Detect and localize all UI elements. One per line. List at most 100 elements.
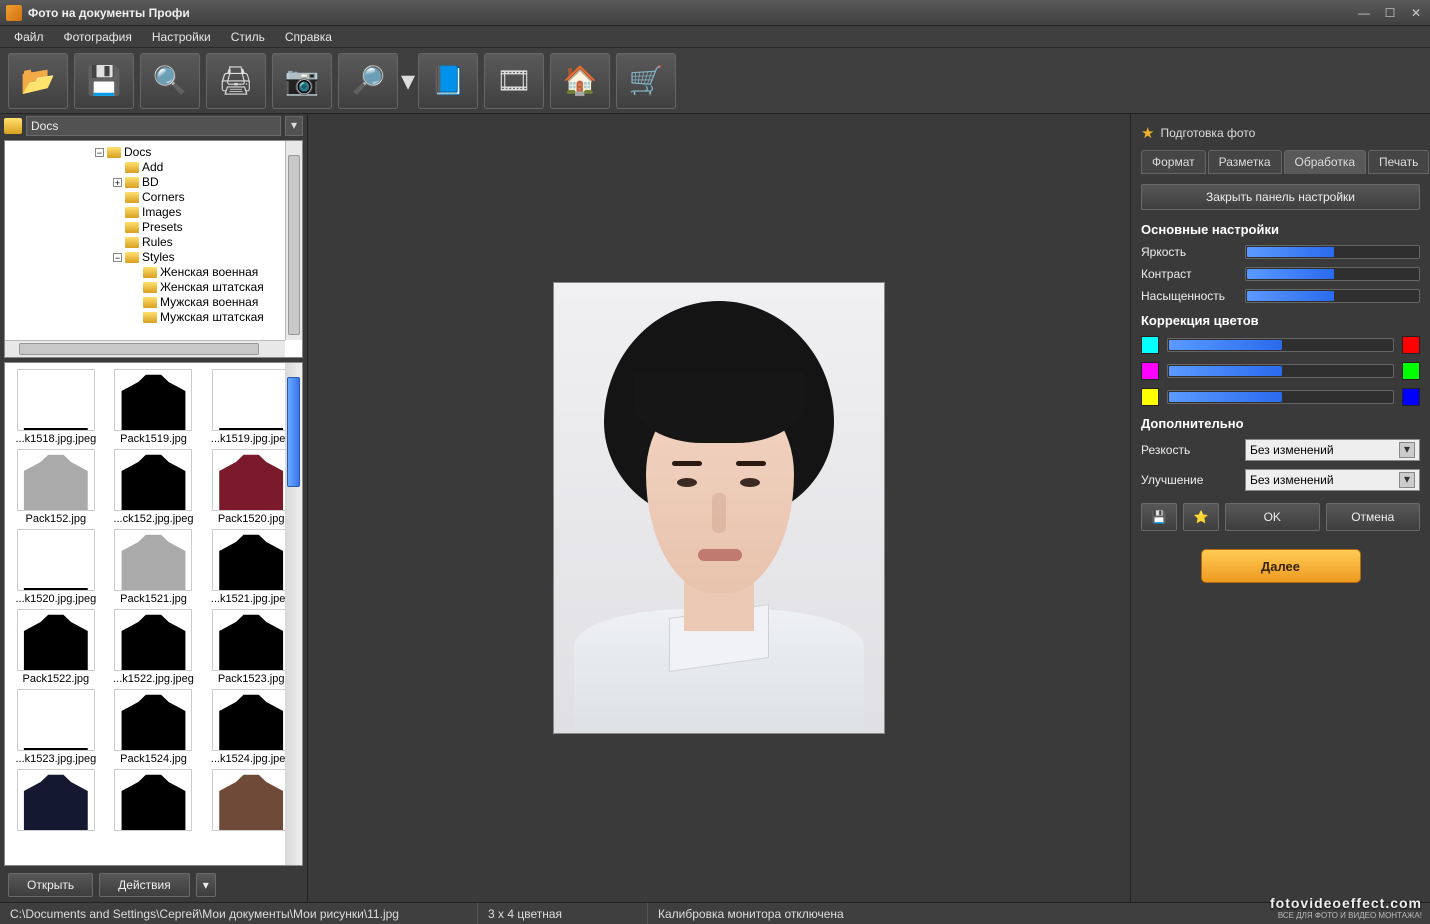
tree-item[interactable]: Styles (142, 250, 175, 264)
select-enhance[interactable]: Без изменений▾ (1245, 469, 1420, 491)
close-panel-button[interactable]: Закрыть панель настройки (1141, 184, 1420, 210)
menu-style[interactable]: Стиль (223, 28, 273, 46)
tree-item[interactable]: Мужская военная (160, 295, 258, 309)
thumbnail-item[interactable] (9, 769, 103, 833)
slider-brightness[interactable] (1245, 245, 1420, 259)
panel-title: Подготовка фото (1160, 126, 1255, 140)
thumbnail-item[interactable]: ...k1521.jpg.jpeg (204, 529, 298, 605)
menu-bar: Файл Фотография Настройки Стиль Справка (0, 26, 1430, 48)
thumbnail-item[interactable]: ...k1524.jpg.jpeg (204, 689, 298, 765)
color-swatch-left (1141, 336, 1159, 354)
next-button[interactable]: Далее (1201, 549, 1361, 583)
slider-color-1[interactable] (1167, 364, 1394, 378)
thumbs-scrollbar[interactable] (285, 363, 302, 865)
thumbnail-item[interactable]: ...k1520.jpg.jpeg (9, 529, 103, 605)
slider-color-0[interactable] (1167, 338, 1394, 352)
thumbnail-caption: Pack1523.jpg (204, 673, 298, 685)
title-bar: Фото на документы Профи — ☐ ✕ (0, 0, 1430, 26)
tree-item[interactable]: Add (142, 160, 163, 174)
open-button[interactable]: Открыть (8, 873, 93, 897)
thumbnail-caption: ...k1519.jpg.jpeg (204, 433, 298, 445)
toolbar-camera-icon[interactable]: 📷 (272, 53, 332, 109)
tree-item[interactable]: Женская штатская (160, 280, 264, 294)
color-swatch-left (1141, 388, 1159, 406)
tree-item[interactable]: Rules (142, 235, 173, 249)
toolbar-find-person-icon[interactable]: 🔍 (140, 53, 200, 109)
maximize-button[interactable]: ☐ (1382, 6, 1398, 20)
ok-button[interactable]: OK (1225, 503, 1320, 531)
tree-item[interactable]: BD (142, 175, 159, 189)
chevron-down-icon[interactable]: ▾ (1399, 472, 1415, 488)
toolbar-save-icon[interactable]: 💾 (74, 53, 134, 109)
menu-help[interactable]: Справка (277, 28, 340, 46)
tab-process[interactable]: Обработка (1284, 150, 1367, 174)
tab-markup[interactable]: Разметка (1208, 150, 1282, 174)
tree-item[interactable]: Corners (142, 190, 185, 204)
tree-item[interactable]: Женская военная (160, 265, 258, 279)
thumbnail-item[interactable]: ...k1522.jpg.jpeg (107, 609, 201, 685)
chevron-down-icon[interactable]: ▾ (1399, 442, 1415, 458)
thumbnail-item[interactable] (107, 769, 201, 833)
status-path: C:\Documents and Settings\Сергей\Мои док… (0, 903, 478, 924)
slider-saturation[interactable] (1245, 289, 1420, 303)
thumbnail-item[interactable]: ...k1523.jpg.jpeg (9, 689, 103, 765)
tree-item[interactable]: Images (142, 205, 181, 219)
toolbar-cart-icon[interactable]: 🛒 (616, 53, 676, 109)
thumbnail-item[interactable] (204, 769, 298, 833)
actions-dropdown-icon[interactable]: ▾ (196, 873, 216, 897)
slider-color-2[interactable] (1167, 390, 1394, 404)
path-dropdown-icon[interactable]: ▾ (285, 116, 303, 136)
status-bar: C:\Documents and Settings\Сергей\Мои док… (0, 902, 1430, 924)
toolbar-print-icon[interactable]: 🖨 (206, 53, 266, 109)
tree-collapse-icon[interactable]: − (95, 148, 104, 157)
thumbnail-item[interactable]: Pack1521.jpg (107, 529, 201, 605)
thumbnail-caption: ...k1520.jpg.jpeg (9, 593, 103, 605)
thumbnail-item[interactable]: Pack1523.jpg (204, 609, 298, 685)
tree-root[interactable]: Docs (124, 145, 151, 159)
toolbar-dropdown-icon[interactable]: ▾ (404, 53, 412, 109)
thumbnail-item[interactable]: ...k1519.jpg.jpeg (204, 369, 298, 445)
cancel-button[interactable]: Отмена (1326, 503, 1421, 531)
favorite-icon[interactable]: ⭐ (1183, 503, 1219, 531)
toolbar-home-icon[interactable]: 🏠 (550, 53, 610, 109)
tab-format[interactable]: Формат (1141, 150, 1206, 174)
tab-print[interactable]: Печать (1368, 150, 1429, 174)
tree-item[interactable]: Presets (142, 220, 183, 234)
path-input[interactable]: Docs (26, 116, 281, 136)
actions-button[interactable]: Действия (99, 873, 190, 897)
close-button[interactable]: ✕ (1408, 6, 1424, 20)
label-contrast: Контраст (1141, 267, 1237, 281)
tree-collapse-icon[interactable]: − (113, 253, 122, 262)
toolbar-zoom-image-icon[interactable]: 🔎 (338, 53, 398, 109)
star-icon: ★ (1141, 124, 1154, 142)
slider-contrast[interactable] (1245, 267, 1420, 281)
toolbar-video-icon[interactable]: 🎞 (484, 53, 544, 109)
tree-scrollbar-horizontal[interactable] (5, 340, 285, 357)
minimize-button[interactable]: — (1356, 6, 1372, 20)
toolbar-help-book-icon[interactable]: 📘 (418, 53, 478, 109)
thumbnail-item[interactable]: Pack152.jpg (9, 449, 103, 525)
thumbnail-item[interactable]: Pack1520.jpg (204, 449, 298, 525)
thumbnail-item[interactable]: Pack1519.jpg (107, 369, 201, 445)
thumbnail-item[interactable]: Pack1522.jpg (9, 609, 103, 685)
menu-photo[interactable]: Фотография (56, 28, 140, 46)
label-saturation: Насыщенность (1141, 289, 1237, 303)
select-sharpness[interactable]: Без изменений▾ (1245, 439, 1420, 461)
toolbar-open-icon[interactable]: 📂 (8, 53, 68, 109)
menu-file[interactable]: Файл (6, 28, 52, 46)
tree-item[interactable]: Мужская штатская (160, 310, 264, 324)
menu-settings[interactable]: Настройки (144, 28, 219, 46)
thumbnail-item[interactable]: Pack1524.jpg (107, 689, 201, 765)
folder-tree[interactable]: − Docs Add + BD Corners Images Presets Rul… (4, 140, 303, 358)
watermark: fotovideoeffect.com ВСЕ ДЛЯ ФОТО И ВИДЕО… (1270, 895, 1422, 920)
label-brightness: Яркость (1141, 245, 1237, 259)
tree-expand-icon[interactable]: + (113, 178, 122, 187)
app-icon (6, 5, 22, 21)
save-preset-icon[interactable]: 💾 (1141, 503, 1177, 531)
tree-scrollbar-vertical[interactable] (285, 141, 302, 340)
label-sharpness: Резкость (1141, 443, 1237, 457)
thumbnail-item[interactable]: ...ck152.jpg.jpeg (107, 449, 201, 525)
thumbnail-caption: ...k1518.jpg.jpeg (9, 433, 103, 445)
thumbnail-item[interactable]: ...k1518.jpg.jpeg (9, 369, 103, 445)
passport-photo[interactable] (553, 282, 885, 734)
